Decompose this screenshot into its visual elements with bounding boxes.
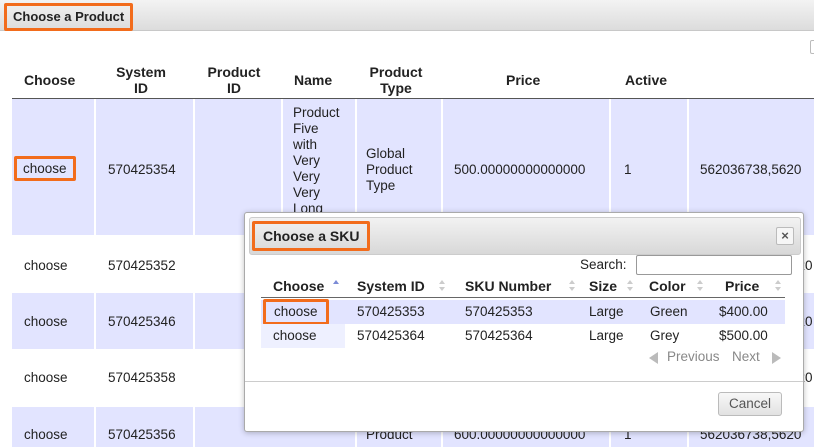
system-id-cell: 570425356 [108, 427, 176, 442]
col-product-type-line2: Type [380, 80, 412, 96]
sku-col-color-label: Color [649, 278, 686, 294]
system-id-cell: 570425352 [108, 258, 176, 273]
col-system-id-line2: ID [134, 80, 148, 96]
col-price[interactable]: Price [506, 72, 540, 88]
close-icon[interactable]: × [776, 227, 794, 245]
sku-size-cell: Large [589, 304, 624, 319]
type-line: Global [366, 146, 406, 161]
sku-size-cell: Large [589, 328, 624, 343]
product-type-cell: Global Product Type [366, 146, 413, 194]
price-cell: 500.00000000000000 [454, 162, 586, 177]
col-product-id-line1: Product [207, 64, 261, 80]
sku-choose-link[interactable]: choose [263, 299, 329, 325]
sku-color-cell: Grey [650, 328, 680, 343]
type-line: Product [366, 162, 413, 177]
name-cell: Product Five with Very Very Very Long [293, 105, 340, 217]
sku-col-size-label: Size [589, 278, 618, 294]
sku-system-id-cell: 570425353 [357, 304, 425, 319]
next-arrow-icon[interactable] [772, 352, 781, 364]
sku-col-choose[interactable]: Choose [261, 275, 345, 299]
choose-link[interactable]: choose [24, 314, 68, 329]
col-choose[interactable]: Choose [24, 72, 75, 88]
sort-icon [697, 280, 703, 292]
choose-link[interactable]: choose [24, 258, 68, 273]
choose-link[interactable]: choose [14, 156, 76, 181]
name-line: Very [293, 185, 321, 200]
name-line: Very [293, 153, 321, 168]
sku-table-header: Choose System ID SKU Number Size Color P… [261, 275, 785, 298]
table-settings-box[interactable] [810, 40, 814, 54]
sku-number-cell: 570425353 [465, 304, 533, 319]
sku-number-cell: 570425364 [465, 328, 533, 343]
dialog-footer-divider [245, 381, 803, 382]
col-name[interactable]: Name [294, 72, 332, 88]
choose-link[interactable]: choose [24, 427, 68, 442]
name-line: Five [293, 121, 319, 136]
sku-col-size[interactable]: Size [583, 275, 639, 299]
name-line: Product [293, 105, 340, 120]
sort-icon [627, 280, 633, 292]
sku-col-sku-number[interactable]: SKU Number [457, 275, 581, 299]
sku-system-id-cell: 570425364 [357, 328, 425, 343]
name-line: with [293, 137, 318, 152]
active-cell: 1 [624, 162, 632, 177]
search-input[interactable] [636, 255, 792, 275]
sku-color-cell: Green [650, 304, 688, 319]
window-titlebar: Choose a Product [0, 0, 814, 31]
system-id-cell: 570425346 [108, 314, 176, 329]
sku-col-sku-number-label: SKU Number [465, 278, 552, 294]
col-product-id[interactable]: Product ID [200, 64, 268, 96]
col-active[interactable]: Active [625, 72, 667, 88]
cancel-button[interactable]: Cancel [718, 392, 782, 416]
system-id-cell: 570425358 [108, 370, 176, 385]
col-product-type-line1: Product [369, 64, 423, 80]
dialog-titlebar[interactable]: Choose a SKU × [249, 217, 801, 255]
product-table-header: Choose System ID Product ID Name Product… [12, 58, 814, 99]
sku-col-system-id[interactable]: System ID [347, 275, 455, 299]
col-system-id[interactable]: System ID [110, 64, 172, 96]
sku-row: choose 570425364 570425364 Large Grey $5… [261, 324, 785, 348]
sort-icon [569, 280, 575, 292]
sku-choose-link[interactable]: choose [273, 328, 317, 343]
system-id-cell: 570425354 [108, 162, 176, 177]
choose-sku-dialog: Choose a SKU × Search: Choose System ID … [244, 212, 804, 432]
extra-cell: 562036738,5620 [700, 162, 802, 177]
next-button[interactable]: Next [732, 349, 760, 364]
sku-col-price-label: Price [725, 278, 760, 294]
dialog-title: Choose a SKU [252, 221, 371, 251]
sku-price-cell: $500.00 [719, 328, 768, 343]
name-line: Very [293, 169, 321, 184]
sku-col-system-id-label: System ID [357, 278, 425, 294]
col-product-type[interactable]: Product Type [362, 64, 430, 96]
choose-link[interactable]: choose [24, 370, 68, 385]
previous-arrow-icon[interactable] [649, 352, 658, 364]
previous-button[interactable]: Previous [667, 349, 720, 364]
sku-col-price[interactable]: Price [711, 275, 785, 299]
search-label: Search: [580, 257, 627, 272]
sku-col-choose-label: Choose [273, 278, 325, 294]
window-title: Choose a Product [4, 3, 134, 31]
type-line: Type [366, 178, 396, 193]
sort-icon [439, 280, 445, 292]
sku-col-color[interactable]: Color [641, 275, 709, 299]
sort-asc-icon [333, 280, 339, 292]
sku-row: choose 570425353 570425353 Large Green $… [261, 299, 785, 325]
col-product-id-line2: ID [227, 80, 241, 96]
sort-icon [775, 280, 781, 292]
col-system-id-line1: System [116, 64, 166, 80]
sku-price-cell: $400.00 [719, 304, 768, 319]
